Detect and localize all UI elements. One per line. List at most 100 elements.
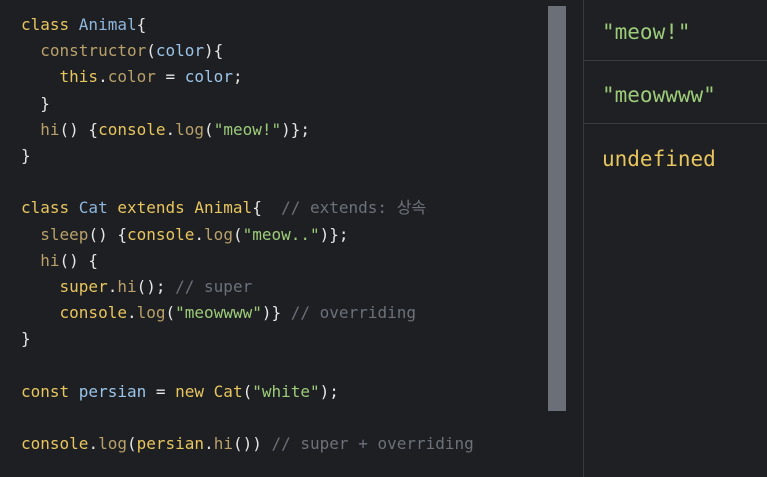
output-row-separator — [584, 60, 767, 61]
code-token: console — [126, 224, 195, 244]
code-token: Cat — [78, 198, 118, 218]
code-token: ){ — [204, 41, 224, 61]
code-token: ( — [232, 224, 243, 244]
code-token: ( — [165, 303, 176, 323]
code-token: class — [21, 198, 79, 218]
code-token: color — [184, 67, 233, 87]
code-token: { — [136, 15, 147, 34]
code-token: . — [165, 119, 176, 139]
code-token: } — [21, 93, 50, 113]
code-token: hi — [117, 276, 137, 296]
code-content[interactable]: class Animal{ constructor(color){ this.c… — [21, 12, 474, 457]
code-token: console — [21, 434, 89, 453]
code-token: hi — [213, 434, 233, 453]
code-line[interactable]: hi() { — [21, 248, 474, 274]
code-token: ); — [319, 381, 339, 401]
code-line[interactable]: class Cat extends Animal{ // extends: 상속 — [21, 195, 474, 221]
code-token: () { — [59, 250, 99, 270]
code-token: (); — [136, 276, 176, 296]
code-token: extends — [117, 198, 195, 218]
code-line[interactable] — [21, 405, 474, 431]
code-line[interactable]: super.hi(); // super — [21, 274, 474, 300]
code-token: this — [59, 67, 99, 87]
console-output-row: undefined — [602, 147, 716, 171]
code-token: () { — [88, 224, 127, 244]
code-token: ()) — [232, 434, 272, 453]
code-token: color — [107, 67, 156, 87]
code-line[interactable]: constructor(color){ — [21, 38, 474, 64]
code-token: persian — [78, 381, 147, 401]
code-playground: class Animal{ constructor(color){ this.c… — [0, 0, 767, 477]
code-token: () { — [59, 119, 99, 139]
code-token: Animal — [194, 198, 253, 218]
code-token: hi — [40, 119, 60, 139]
code-token: new — [175, 381, 214, 401]
code-token: ( — [204, 119, 214, 139]
code-token: ( — [126, 434, 137, 453]
code-token: )} — [261, 303, 291, 323]
code-token: . — [126, 303, 137, 323]
console-output-row: "meow!" — [602, 20, 691, 44]
code-token: log — [98, 434, 127, 453]
code-token: ; — [232, 67, 243, 87]
code-token: "white" — [252, 381, 320, 401]
code-line[interactable]: class Animal{ — [21, 12, 474, 38]
code-token: sleep — [40, 224, 89, 244]
code-line[interactable]: this.color = color; — [21, 64, 474, 90]
code-token: log — [204, 224, 233, 244]
code-line[interactable]: sleep() {console.log("meow..")}; — [21, 222, 474, 248]
code-token: class — [21, 15, 79, 34]
code-token: hi — [40, 250, 60, 270]
code-token: // super + overriding — [271, 434, 474, 453]
code-token: . — [88, 434, 99, 453]
code-token: ( — [146, 41, 156, 61]
code-token: { — [252, 198, 282, 218]
code-token: color — [155, 41, 205, 61]
code-token: Cat — [213, 381, 243, 401]
code-token: const — [21, 381, 79, 401]
code-line[interactable]: } — [21, 326, 474, 352]
code-token: = — [155, 67, 185, 87]
code-line[interactable] — [21, 169, 474, 195]
code-token: persian — [136, 434, 205, 453]
code-token: "meow.." — [242, 224, 320, 244]
editor-scrollbar[interactable] — [548, 6, 566, 411]
console-output-row: "meowwww" — [602, 83, 716, 107]
code-line[interactable]: } — [21, 143, 474, 169]
code-token: // super — [175, 276, 253, 296]
code-token: ( — [242, 381, 253, 401]
code-editor[interactable]: class Animal{ constructor(color){ this.c… — [0, 0, 583, 477]
code-token: // extends: 상속 — [281, 198, 427, 218]
code-token: . — [204, 434, 214, 453]
code-token: console — [59, 303, 127, 323]
code-token: constructor — [40, 41, 147, 61]
code-line[interactable]: const persian = new Cat("white"); — [21, 379, 474, 405]
code-token: )}; — [281, 119, 311, 139]
code-line[interactable]: console.log(persian.hi()) // super + ove… — [21, 431, 474, 457]
code-token: // overriding — [290, 303, 416, 323]
output-row-separator — [584, 123, 767, 124]
code-token: . — [107, 276, 118, 296]
code-token: console — [98, 119, 166, 139]
code-token: . — [194, 224, 205, 244]
code-line[interactable] — [21, 352, 474, 378]
code-token: = — [146, 381, 176, 401]
code-line[interactable]: } — [21, 91, 474, 117]
code-token: Animal — [78, 15, 137, 34]
code-token: "meowwww" — [175, 303, 262, 323]
code-token: log — [136, 303, 166, 323]
code-token: } — [21, 329, 31, 349]
code-token: . — [98, 67, 108, 87]
code-line[interactable]: console.log("meowwww")} // overriding — [21, 300, 474, 326]
code-token: "meow!" — [213, 119, 282, 139]
code-line[interactable]: hi() {console.log("meow!")}; — [21, 117, 474, 143]
code-token: } — [21, 145, 31, 165]
console-output-panel: "meow!" "meowwww" undefined — [584, 0, 767, 477]
